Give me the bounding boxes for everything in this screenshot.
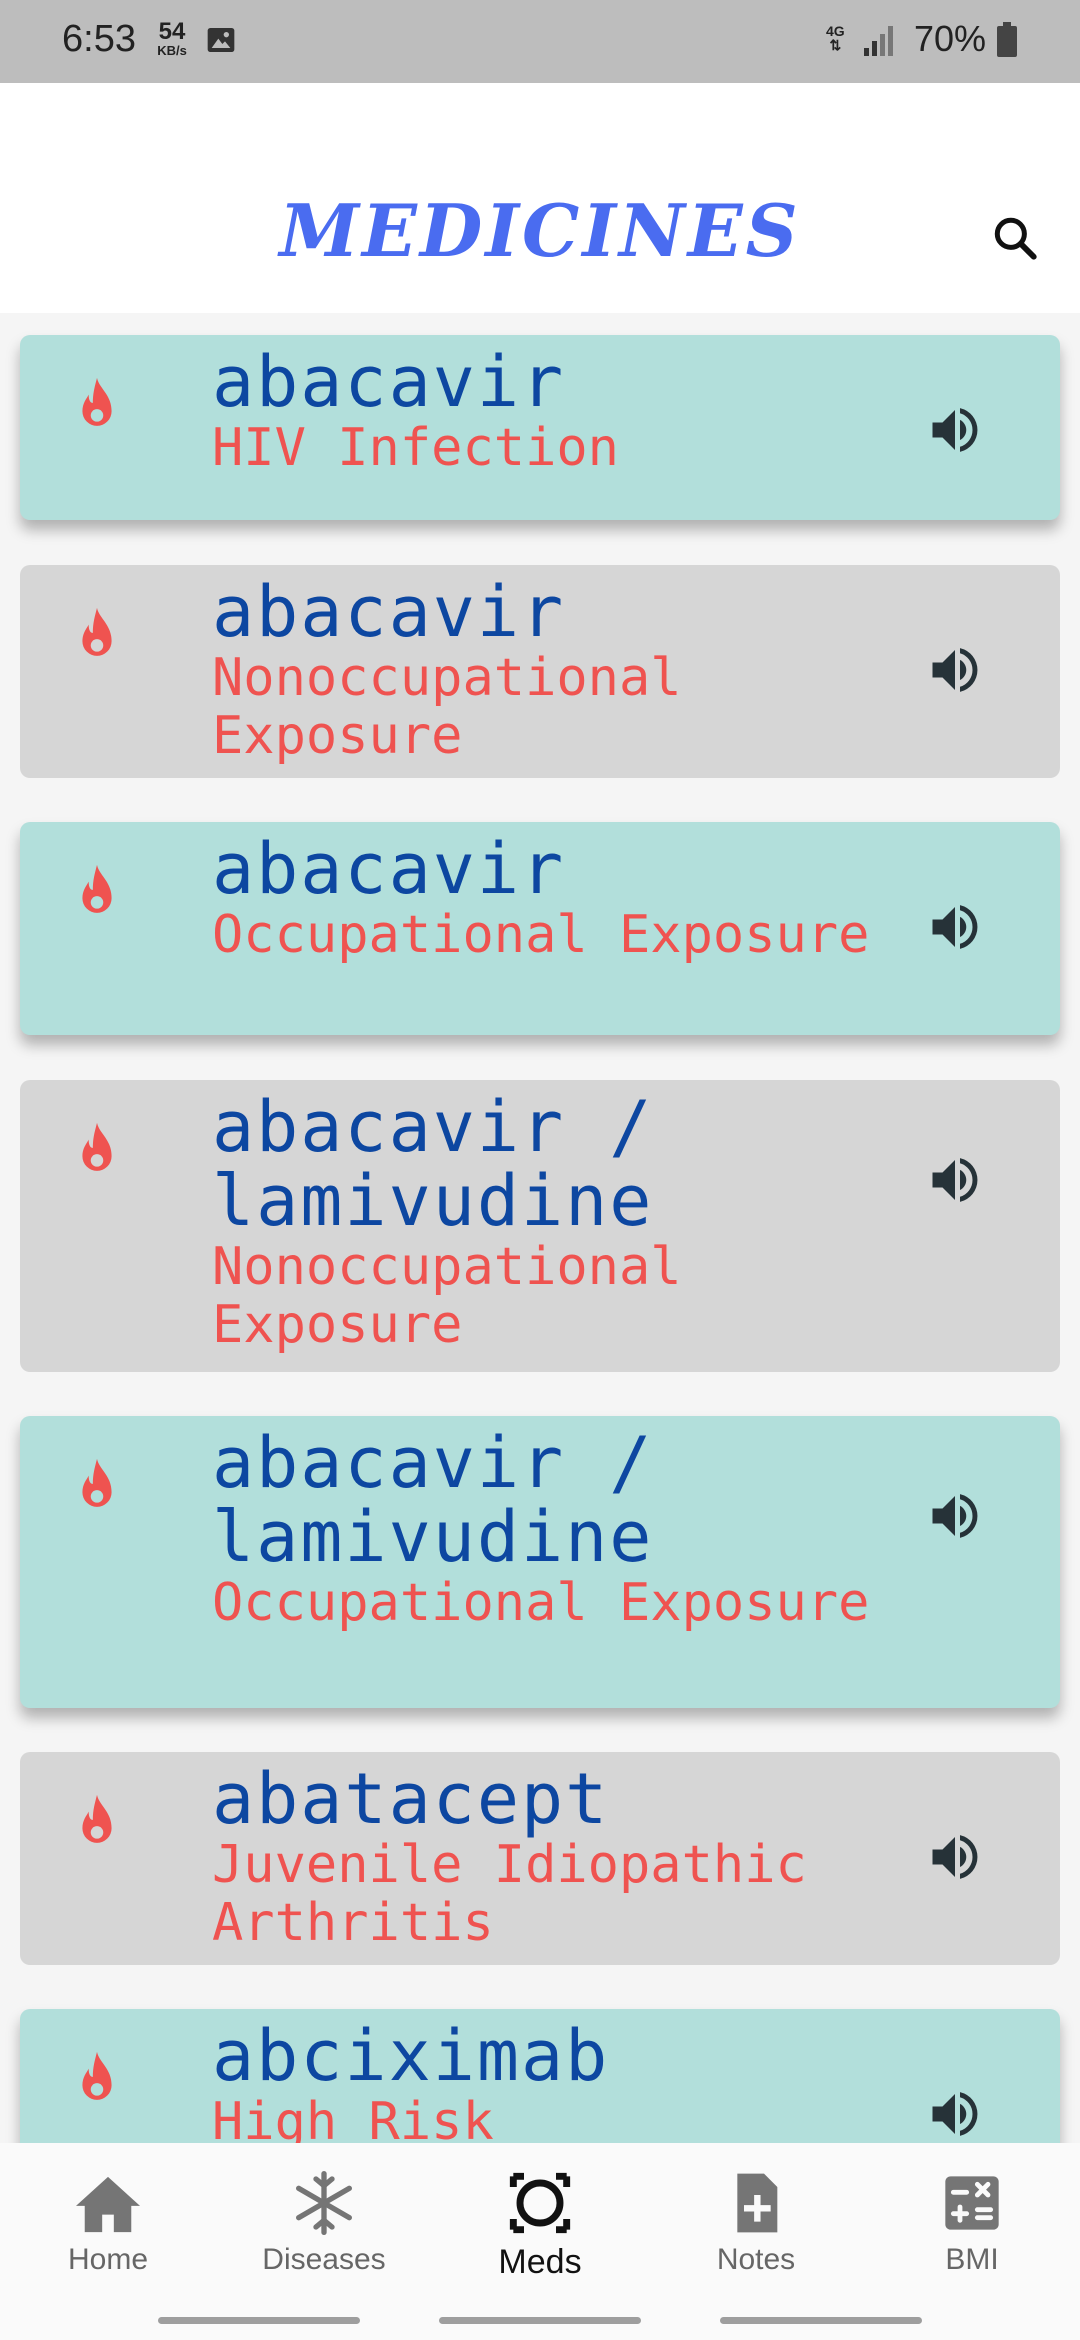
image-notification-icon — [207, 28, 235, 52]
medicine-condition: High Risk — [212, 2092, 494, 2143]
network-type: 4G ⇅ — [826, 24, 845, 52]
data-arrows-icon: ⇅ — [829, 37, 842, 53]
speaker-icon[interactable] — [920, 1150, 990, 1210]
nav-label: Notes — [716, 2243, 796, 2276]
fire-icon — [82, 864, 112, 913]
medicine-name: abacavir — [212, 828, 566, 910]
fire-icon — [82, 377, 112, 426]
gesture-bar-right — [720, 2317, 922, 2324]
page-title: MEDICINES — [279, 188, 801, 273]
medicine-text: abatacept Juvenile Idiopathic Arthritis — [212, 1762, 892, 1952]
nav-diseases[interactable]: Diseases — [244, 2171, 404, 2277]
medicine-name: abacavir / lamivudine — [212, 1422, 654, 1578]
medicine-text: abacavir Occupational Exposure — [212, 832, 892, 964]
bottom-navigation: Home Diseases Meds Notes BMI — [0, 2143, 1080, 2340]
medicine-card[interactable]: abacavir Occupational Exposure — [20, 822, 1060, 1035]
medicine-card[interactable]: abciximab High Risk — [20, 2009, 1060, 2143]
nav-bmi[interactable]: BMI — [892, 2171, 1052, 2277]
nav-notes[interactable]: Notes — [676, 2171, 836, 2277]
medicine-text: abacavir / lamivudine Nonoccupational Ex… — [212, 1090, 892, 1354]
nav-label: Meds — [498, 2243, 582, 2281]
calculator-icon — [945, 2176, 999, 2230]
medicine-condition: Nonoccupational Exposure — [212, 1237, 682, 1355]
network-speed-unit: KB/s — [157, 43, 187, 58]
fire-icon — [82, 607, 112, 656]
nav-home[interactable]: Home — [28, 2171, 188, 2277]
fire-icon — [82, 1122, 112, 1171]
speaker-icon[interactable] — [920, 1827, 990, 1887]
home-icon — [76, 2176, 140, 2233]
status-bar: 6:53 54 KB/s 4G ⇅ 70% — [0, 0, 1080, 83]
medicine-card[interactable]: abacavir / lamivudine Occupational Expos… — [20, 1416, 1060, 1708]
medicine-name: abacavir — [212, 571, 566, 653]
medicine-condition: Juvenile Idiopathic Arthritis — [212, 1835, 807, 1953]
medicine-condition: Occupational Exposure — [212, 1573, 870, 1633]
signal-icon — [864, 26, 893, 56]
medicine-name: abacavir — [212, 341, 566, 423]
gesture-bar-left — [158, 2317, 360, 2324]
medicine-text: abacavir / lamivudine Occupational Expos… — [212, 1426, 892, 1632]
medicine-text: abacavir HIV Infection — [212, 345, 892, 477]
search-icon[interactable] — [990, 213, 1040, 263]
medicine-name: abatacept — [212, 1758, 610, 1840]
nav-meds[interactable]: Meds — [460, 2171, 620, 2282]
nav-label: Home — [67, 2243, 149, 2276]
medicine-card[interactable]: abacavir / lamivudine Nonoccupational Ex… — [20, 1080, 1060, 1372]
network-speed: 54 KB/s — [150, 18, 194, 58]
speaker-icon[interactable] — [920, 1486, 990, 1546]
fire-icon — [82, 1794, 112, 1843]
battery-icon — [997, 22, 1017, 57]
speaker-icon[interactable] — [920, 2084, 990, 2143]
medicine-condition: Occupational Exposure — [212, 905, 870, 965]
network-speed-value: 54 — [158, 18, 186, 45]
nav-label: BMI — [945, 2243, 999, 2276]
snowflake-icon — [296, 2171, 352, 2235]
medicine-text: abciximab High Risk — [212, 2019, 892, 2143]
medicine-name: abacavir / lamivudine — [212, 1086, 654, 1242]
speaker-icon[interactable] — [920, 400, 990, 460]
medicine-condition: Nonoccupational Exposure — [212, 648, 682, 766]
medicine-card[interactable]: abacavir HIV Infection — [20, 335, 1060, 520]
nav-label: Diseases — [262, 2243, 386, 2276]
note-add-icon — [737, 2173, 778, 2233]
status-time: 6:53 — [62, 18, 136, 60]
battery-percentage: 70% — [914, 18, 987, 59]
medicine-list[interactable]: abacavir HIV Infection abacavir Nonoccup… — [0, 313, 1080, 2143]
gesture-bar-center — [439, 2317, 641, 2324]
medicine-text: abacavir Nonoccupational Exposure — [212, 575, 892, 765]
medicine-name: abciximab — [212, 2015, 610, 2097]
speaker-icon[interactable] — [920, 897, 990, 957]
app-header: MEDICINES — [0, 83, 1080, 313]
meds-icon — [509, 2172, 571, 2234]
fire-icon — [82, 1458, 112, 1507]
medicine-card[interactable]: abacavir Nonoccupational Exposure — [20, 565, 1060, 778]
fire-icon — [82, 2051, 112, 2100]
medicine-card[interactable]: abatacept Juvenile Idiopathic Arthritis — [20, 1752, 1060, 1965]
medicine-condition: HIV Infection — [212, 418, 619, 478]
speaker-icon[interactable] — [920, 640, 990, 700]
